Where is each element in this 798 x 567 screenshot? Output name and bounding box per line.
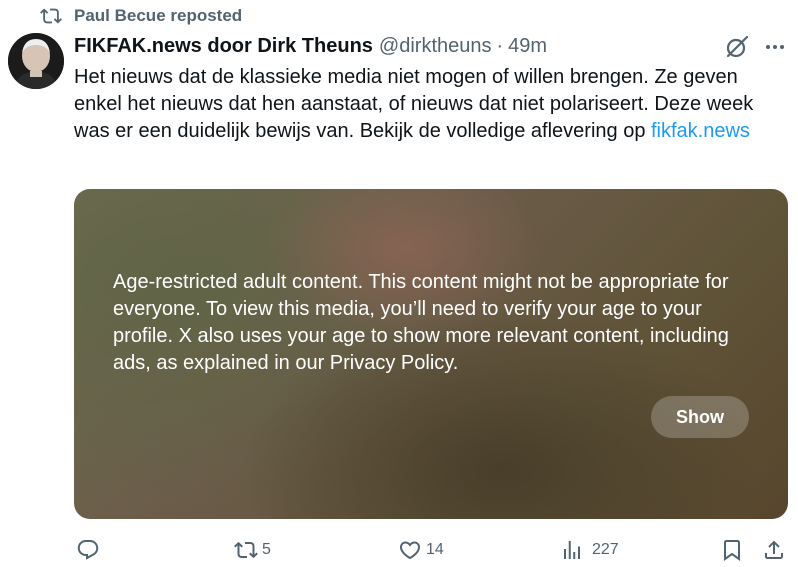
retweet-icon (234, 541, 258, 559)
author-name[interactable]: FIKFAK.news door Dirk Theuns (74, 35, 373, 58)
like-count: 14 (426, 541, 444, 558)
action-bar: 5 14 227 (74, 536, 790, 564)
bookmark-icon (724, 540, 740, 561)
media-container: Age-restricted adult content. This conte… (74, 189, 788, 519)
separator-dot: · (496, 34, 504, 57)
more-icon[interactable] (762, 34, 788, 60)
avatar[interactable] (8, 33, 64, 89)
post-header: FIKFAK.news door Dirk Theuns @dirktheuns… (74, 33, 547, 59)
reply-icon (77, 540, 99, 560)
retweet-count: 5 (262, 541, 271, 558)
views-count: 227 (592, 541, 619, 558)
like-icon (399, 541, 421, 560)
repost-icon (40, 8, 62, 24)
show-media-button[interactable]: Show (651, 396, 749, 438)
tweet-text: Het nieuws dat de klassieke media niet m… (74, 64, 784, 145)
like-button[interactable]: 14 (398, 536, 444, 564)
bookmark-button[interactable] (720, 536, 744, 564)
grok-icon[interactable] (724, 34, 750, 60)
reply-button[interactable] (76, 536, 104, 564)
views-button[interactable]: 227 (560, 536, 619, 564)
post[interactable]: Paul Becue reposted FIKFAK.news door Dir… (0, 0, 798, 567)
post-time[interactable]: 49m (508, 35, 547, 58)
repost-indicator: Paul Becue reposted (40, 4, 242, 28)
share-icon (765, 540, 783, 559)
views-icon (564, 541, 580, 559)
retweet-button[interactable]: 5 (234, 536, 271, 564)
share-button[interactable] (762, 536, 786, 564)
author-handle[interactable]: @dirktheuns (379, 35, 492, 58)
avatar-image (8, 33, 64, 89)
age-restriction-warning: Age-restricted adult content. This conte… (113, 271, 729, 374)
repost-text[interactable]: Paul Becue reposted (74, 6, 242, 26)
tweet-link[interactable]: fikfak.news (651, 120, 750, 142)
